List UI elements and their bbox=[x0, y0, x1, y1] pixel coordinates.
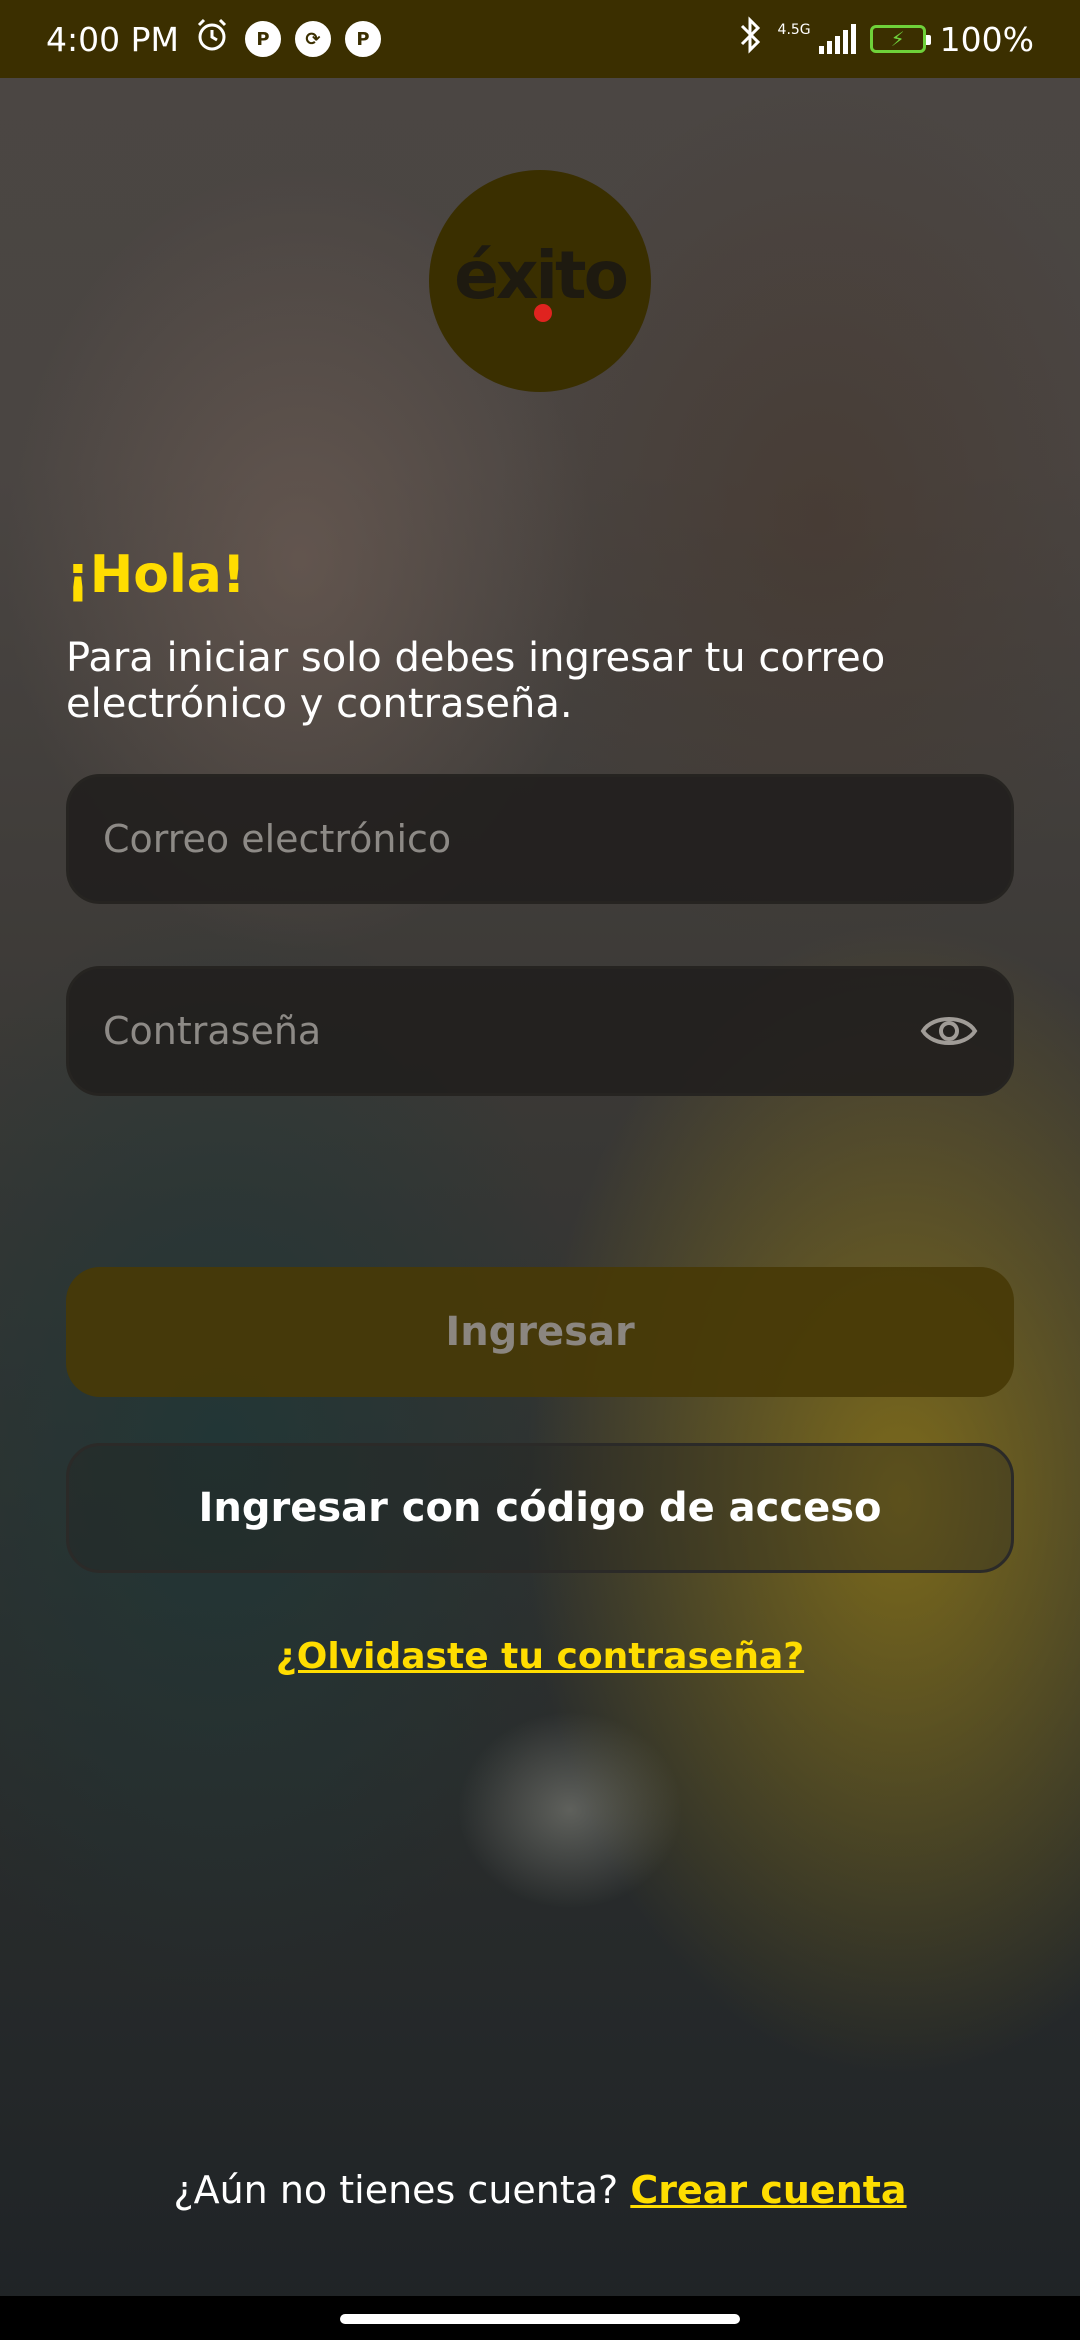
logo-text: éxito bbox=[454, 236, 629, 314]
signal-icon bbox=[818, 24, 856, 54]
status-bar: 4:00 PM P ⟳ P 4.5G ⚡ 100% bbox=[0, 0, 1080, 78]
signup-row: ¿Aún no tienes cuenta? Crear cuenta bbox=[0, 2168, 1080, 2212]
email-input[interactable] bbox=[101, 816, 979, 862]
sync-icon: ⟳ bbox=[294, 21, 331, 57]
home-indicator[interactable] bbox=[340, 2314, 740, 2324]
signup-prompt: ¿Aún no tienes cuenta? bbox=[173, 2168, 619, 2212]
status-time: 4:00 PM bbox=[46, 19, 179, 59]
login-screen: 4:00 PM P ⟳ P 4.5G ⚡ 100% éxito ¡Hola! P… bbox=[0, 0, 1080, 2340]
status-left: 4:00 PM P ⟳ P bbox=[46, 16, 381, 62]
greeting-title: ¡Hola! bbox=[66, 545, 246, 605]
network-type: 4.5G bbox=[777, 22, 811, 38]
intro-text: Para iniciar solo debes ingresar tu corr… bbox=[66, 635, 886, 727]
status-right: 4.5G ⚡ 100% bbox=[738, 16, 1034, 62]
exito-logo: éxito bbox=[429, 170, 651, 392]
battery-charging-icon: ⚡ bbox=[869, 25, 931, 53]
password-input[interactable] bbox=[101, 1008, 919, 1054]
app-notification-icon: P bbox=[344, 21, 381, 57]
access-code-button[interactable]: Ingresar con código de acceso bbox=[66, 1443, 1014, 1573]
logo-dot bbox=[534, 304, 552, 322]
create-account-link[interactable]: Crear cuenta bbox=[630, 2168, 906, 2212]
eye-icon[interactable] bbox=[919, 1001, 979, 1061]
password-field[interactable] bbox=[66, 966, 1014, 1096]
app-notification-icon: P bbox=[244, 21, 281, 57]
login-button[interactable]: Ingresar bbox=[66, 1267, 1014, 1397]
alarm-icon bbox=[193, 16, 231, 62]
bluetooth-icon bbox=[738, 16, 764, 62]
email-field[interactable] bbox=[66, 774, 1014, 904]
battery-percent: 100% bbox=[939, 19, 1034, 59]
forgot-password-link[interactable]: ¿Olvidaste tu contraseña? bbox=[0, 1636, 1080, 1677]
